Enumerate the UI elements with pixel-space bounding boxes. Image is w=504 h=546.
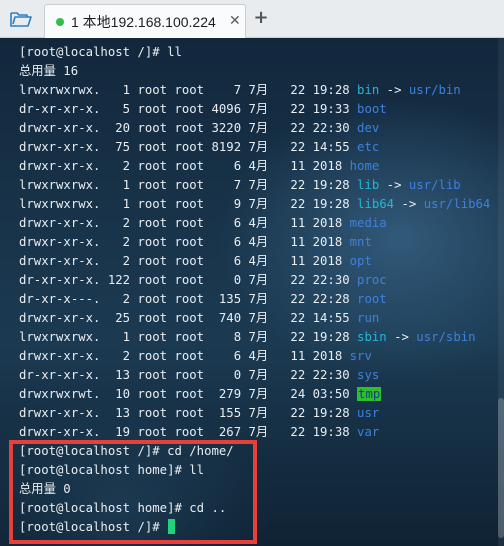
directory-name: usr bbox=[357, 406, 380, 420]
terminal-text: -> bbox=[394, 197, 424, 211]
terminal-line: dr-xr-x---. 2 root root 135 7月 22 22:28 … bbox=[19, 290, 490, 309]
terminal-line: lrwxrwxrwx. 1 root root 7 7月 22 19:28 li… bbox=[19, 176, 490, 195]
sticky-directory-name: tmp bbox=[357, 387, 382, 401]
terminal-line: drwxr-xr-x. 2 root root 6 4月 11 2018 med… bbox=[19, 214, 490, 233]
directory-name: boot bbox=[357, 102, 387, 116]
directory-name: opt bbox=[349, 254, 372, 268]
scrollbar-thumb[interactable] bbox=[498, 398, 504, 538]
terminal-line: lrwxrwxrwx. 1 root root 9 7月 22 19:28 li… bbox=[19, 195, 490, 214]
session-tab[interactable]: 1 本地192.168.100.224 ✕ bbox=[44, 4, 246, 38]
directory-name: usr/lib bbox=[408, 178, 461, 192]
terminal-text: lrwxrwxrwx. 1 root root 7 7月 22 19:28 bbox=[19, 83, 358, 97]
session-tab-label: 1 本地192.168.100.224 bbox=[71, 14, 216, 30]
terminal-line: [root@localhost /]# ll bbox=[19, 43, 490, 62]
directory-name: etc bbox=[357, 140, 380, 154]
directory-name: run bbox=[357, 311, 380, 325]
terminal-line: drwxr-xr-x. 75 root root 8192 7月 22 14:5… bbox=[19, 138, 490, 157]
symlink-name: lib bbox=[357, 178, 380, 192]
terminal-text: drwxr-xr-x. 2 root root 6 4月 11 2018 bbox=[19, 254, 350, 268]
highlight-box bbox=[9, 440, 257, 544]
terminal-text: [root@localhost /]# ll bbox=[19, 45, 182, 59]
terminal-line: drwxr-xr-x. 25 root root 740 7月 22 14:55… bbox=[19, 309, 490, 328]
connection-status-dot bbox=[56, 18, 64, 26]
terminal-line: drwxr-xr-x. 2 root root 6 4月 11 2018 srv bbox=[19, 347, 490, 366]
symlink-name: sbin bbox=[357, 330, 387, 344]
terminal-text: dr-xr-xr-x. 5 root root 4096 7月 22 19:33 bbox=[19, 102, 358, 116]
add-tab-button[interactable]: + bbox=[250, 7, 272, 29]
terminal-text: drwxr-xr-x. 2 root root 6 4月 11 2018 bbox=[19, 235, 350, 249]
directory-name: usr/lib64 bbox=[423, 197, 491, 211]
terminal-line: drwxr-xr-x. 2 root root 6 4月 11 2018 hom… bbox=[19, 157, 490, 176]
scrollbar[interactable] bbox=[498, 38, 504, 546]
symlink-name: bin bbox=[357, 83, 380, 97]
terminal-line: lrwxrwxrwx. 1 root root 7 7月 22 19:28 bi… bbox=[19, 81, 490, 100]
directory-name: proc bbox=[357, 273, 387, 287]
symlink-name: lib64 bbox=[357, 197, 395, 211]
terminal-line: drwxr-xr-x. 13 root root 155 7月 22 19:28… bbox=[19, 404, 490, 423]
terminal-text: dr-xr-xr-x. 13 root root 0 7月 22 22:30 bbox=[19, 368, 358, 382]
terminal-text: drwxrwxrwt. 10 root root 279 7月 24 03:50 bbox=[19, 387, 358, 401]
terminal-line: 总用量 16 bbox=[19, 62, 490, 81]
terminal-line: lrwxrwxrwx. 1 root root 8 7月 22 19:28 sb… bbox=[19, 328, 490, 347]
terminal-text: lrwxrwxrwx. 1 root root 9 7月 22 19:28 bbox=[19, 197, 358, 211]
directory-name: media bbox=[349, 216, 387, 230]
terminal-line: dr-xr-xr-x. 5 root root 4096 7月 22 19:33… bbox=[19, 100, 490, 119]
terminal-text: -> bbox=[386, 330, 417, 344]
terminal-text: drwxr-xr-x. 2 root root 6 4月 11 2018 bbox=[19, 159, 350, 173]
directory-name: usr/bin bbox=[408, 83, 461, 97]
terminal-text: dr-xr-xr-x. 122 root root 0 7月 22 22:30 bbox=[19, 273, 358, 287]
terminal-text: lrwxrwxrwx. 1 root root 7 7月 22 19:28 bbox=[19, 178, 358, 192]
terminal-text: drwxr-xr-x. 2 root root 6 4月 11 2018 bbox=[19, 349, 350, 363]
terminal-text: drwxr-xr-x. 25 root root 740 7月 22 14:55 bbox=[19, 311, 358, 325]
terminal-text: lrwxrwxrwx. 1 root root 8 7月 22 19:28 bbox=[19, 330, 358, 344]
terminal-line: dr-xr-xr-x. 13 root root 0 7月 22 22:30 s… bbox=[19, 366, 490, 385]
terminal-line: drwxr-xr-x. 2 root root 6 4月 11 2018 mnt bbox=[19, 233, 490, 252]
directory-name: home bbox=[349, 159, 380, 173]
directory-name: var bbox=[357, 425, 380, 439]
terminal-text: drwxr-xr-x. 20 root root 3220 7月 22 22:3… bbox=[19, 121, 358, 135]
tab-bar: 1 本地192.168.100.224 ✕ + bbox=[0, 0, 504, 38]
terminal-text: drwxr-xr-x. 75 root root 8192 7月 22 14:5… bbox=[19, 140, 358, 154]
open-folder-button[interactable] bbox=[8, 7, 34, 31]
directory-name: dev bbox=[357, 121, 380, 135]
terminal-text: 总用量 16 bbox=[19, 64, 79, 78]
terminal-line: dr-xr-xr-x. 122 root root 0 7月 22 22:30 … bbox=[19, 271, 490, 290]
directory-name: mnt bbox=[349, 235, 372, 249]
terminal-text: drwxr-xr-x. 19 root root 267 7月 22 19:38 bbox=[19, 425, 358, 439]
terminal-line: drwxrwxrwt. 10 root root 279 7月 24 03:50… bbox=[19, 385, 490, 404]
terminal-text: drwxr-xr-x. 2 root root 6 4月 11 2018 bbox=[19, 216, 350, 230]
terminal-text: dr-xr-x---. 2 root root 135 7月 22 22:28 bbox=[19, 292, 358, 306]
directory-name: sys bbox=[357, 368, 380, 382]
directory-name: root bbox=[357, 292, 387, 306]
close-tab-icon[interactable]: ✕ bbox=[229, 13, 241, 29]
terminal-text: -> bbox=[379, 178, 409, 192]
directory-name: usr/sbin bbox=[416, 330, 476, 344]
terminal-text: -> bbox=[379, 83, 409, 97]
terminal-line: drwxr-xr-x. 20 root root 3220 7月 22 22:3… bbox=[19, 119, 490, 138]
terminal-line: drwxr-xr-x. 2 root root 6 4月 11 2018 opt bbox=[19, 252, 490, 271]
directory-name: srv bbox=[349, 349, 372, 363]
terminal-pane[interactable]: [root@localhost /]# ll 总用量 16 lrwxrwxrwx. … bbox=[0, 38, 504, 546]
terminal-text: drwxr-xr-x. 13 root root 155 7月 22 19:28 bbox=[19, 406, 358, 420]
folder-icon bbox=[10, 12, 32, 27]
